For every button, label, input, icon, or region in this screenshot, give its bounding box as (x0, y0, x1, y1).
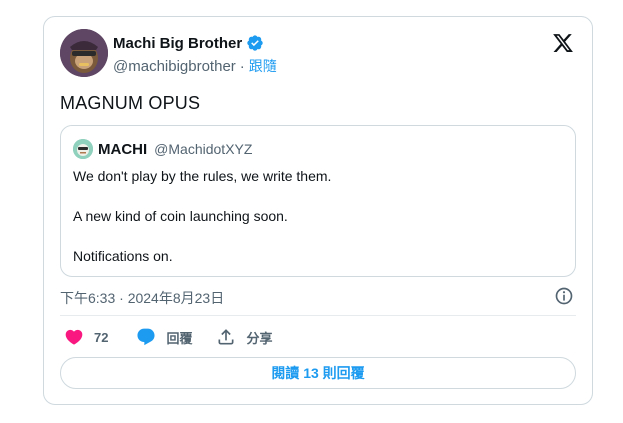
handle-separator: · (239, 57, 245, 75)
tweet-text: MAGNUM OPUS (60, 93, 201, 113)
like-count: 72 (94, 329, 109, 345)
quoted-handle: @MachidotXYZ (154, 141, 253, 157)
share-button[interactable]: 分享 (216, 327, 273, 347)
reply-bubble-icon (137, 328, 156, 346)
verified-badge-icon (246, 34, 264, 52)
author-display-name[interactable]: Machi Big Brother (113, 35, 242, 52)
like-button[interactable]: 72 (64, 327, 108, 347)
author-handle[interactable]: @machibigbrother (113, 58, 236, 75)
quoted-author-avatar (73, 139, 93, 159)
quoted-display-name: MACHI (98, 140, 148, 158)
read-replies-button[interactable]: 閱讀 13 則回覆 (60, 357, 576, 389)
share-icon (218, 329, 234, 345)
author-avatar[interactable] (60, 29, 108, 77)
info-icon[interactable] (554, 286, 574, 306)
heart-icon (65, 329, 83, 345)
quoted-tweet[interactable]: MACHI @MachidotXYZ We don't play by the … (60, 125, 576, 277)
quoted-text-line-1: We don't play by the rules, we write the… (73, 168, 332, 184)
share-label: 分享 (246, 330, 273, 346)
action-bar: 72 回覆 分享 (64, 326, 273, 348)
reply-label: 回覆 (166, 330, 193, 346)
follow-link[interactable]: 跟隨 (249, 56, 277, 76)
tweet-embed-card: Machi Big Brother @machibigbrother · 跟隨 … (43, 16, 593, 405)
quoted-text-line-2: A new kind of coin launching soon. (73, 208, 288, 224)
quoted-text-line-3: Notifications on. (73, 248, 173, 264)
reply-button[interactable]: 回覆 (136, 327, 192, 347)
tweet-timestamp[interactable]: 下午6:33 · 2024年8月23日 (60, 288, 224, 308)
x-logo-icon[interactable] (552, 32, 574, 54)
divider (60, 315, 576, 316)
